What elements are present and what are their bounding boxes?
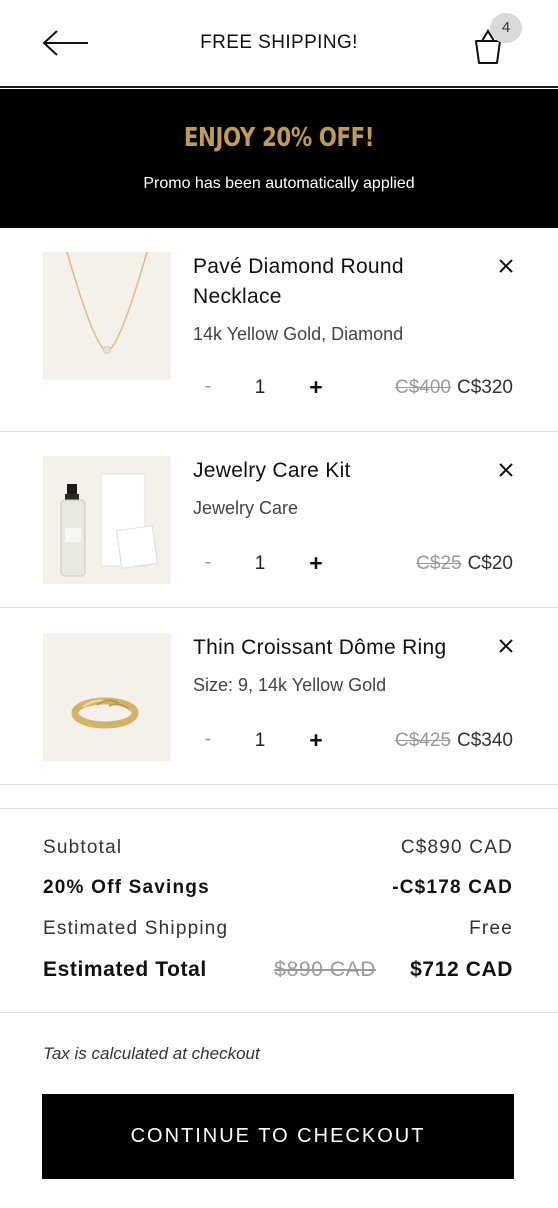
remove-item-close-icon[interactable] bbox=[495, 459, 517, 481]
care-kit-image[interactable] bbox=[43, 456, 171, 584]
cart-item: Thin Croissant Dôme Ring Size: 9, 14k Ye… bbox=[0, 608, 558, 785]
savings-row: 20% Off Savings -C$178 CAD bbox=[43, 877, 513, 903]
original-price: C$425 bbox=[395, 730, 451, 751]
original-price: C$400 bbox=[395, 377, 451, 398]
estimated-total-row: Estimated Total $890 CAD $712 CAD bbox=[43, 958, 513, 986]
cart-item: Pavé Diamond Round Necklace 14k Yellow G… bbox=[0, 228, 558, 432]
subtotal-row: Subtotal C$890 CAD bbox=[43, 837, 513, 863]
promo-title: ENJOY 20% OFF! bbox=[183, 123, 375, 153]
total-original-price: $890 CAD bbox=[274, 958, 376, 981]
item-variant: Size: 9, 14k Yellow Gold bbox=[193, 675, 387, 695]
item-variant: 14k Yellow Gold, Diamond bbox=[193, 324, 404, 344]
total-value: $712 CAD bbox=[410, 958, 513, 981]
savings-label: 20% Off Savings bbox=[43, 877, 210, 898]
item-variant: Jewelry Care bbox=[193, 498, 299, 518]
price-group: C$25 C$20 bbox=[416, 553, 513, 575]
quantity-value: 1 bbox=[254, 553, 266, 574]
promo-subtitle: Promo has been automatically applied bbox=[143, 175, 415, 192]
divider bbox=[0, 808, 558, 809]
shipping-label: Estimated Shipping bbox=[43, 918, 229, 939]
continue-to-checkout-button[interactable]: CONTINUE TO CHECKOUT bbox=[42, 1094, 514, 1179]
increase-quantity-button[interactable]: + bbox=[305, 727, 327, 754]
shipping-row: Estimated Shipping Free bbox=[43, 918, 513, 944]
quantity-value: 1 bbox=[254, 730, 266, 751]
divider bbox=[0, 1012, 558, 1013]
promo-banner: ENJOY 20% OFF! Promo has been automatica… bbox=[0, 89, 558, 228]
decrease-quantity-button[interactable]: - bbox=[200, 375, 216, 398]
sale-price: C$320 bbox=[457, 377, 513, 398]
increase-quantity-button[interactable]: + bbox=[305, 374, 327, 401]
remove-item-close-icon[interactable] bbox=[495, 255, 517, 277]
item-name[interactable]: Jewelry Care Kit bbox=[193, 456, 473, 486]
tax-note: Tax is calculated at checkout bbox=[43, 1044, 260, 1063]
ring-image[interactable] bbox=[43, 633, 171, 761]
price-group: C$400 C$320 bbox=[395, 377, 513, 399]
increase-quantity-button[interactable]: + bbox=[305, 550, 327, 577]
cart-count-badge: 4 bbox=[490, 13, 522, 43]
cart-item: Jewelry Care Kit Jewelry Care - 1 + C$25… bbox=[0, 432, 558, 608]
sale-price: C$20 bbox=[467, 553, 513, 574]
necklace-image[interactable] bbox=[43, 252, 171, 380]
top-bar: FREE SHIPPING! 4 bbox=[0, 0, 558, 88]
sale-price: C$340 bbox=[457, 730, 513, 751]
price-group: C$425 C$340 bbox=[395, 730, 513, 752]
remove-item-close-icon[interactable] bbox=[495, 635, 517, 657]
decrease-quantity-button[interactable]: - bbox=[200, 551, 216, 574]
quantity-value: 1 bbox=[254, 377, 266, 398]
decrease-quantity-button[interactable]: - bbox=[200, 728, 216, 751]
shipping-value: Free bbox=[469, 918, 513, 939]
subtotal-value: C$890 CAD bbox=[400, 837, 513, 858]
subtotal-label: Subtotal bbox=[43, 837, 123, 858]
item-name[interactable]: Pavé Diamond Round Necklace bbox=[193, 252, 473, 312]
item-name[interactable]: Thin Croissant Dôme Ring bbox=[193, 633, 473, 663]
original-price: C$25 bbox=[416, 553, 462, 574]
savings-value: -C$178 CAD bbox=[392, 877, 513, 898]
total-label: Estimated Total bbox=[43, 958, 207, 981]
